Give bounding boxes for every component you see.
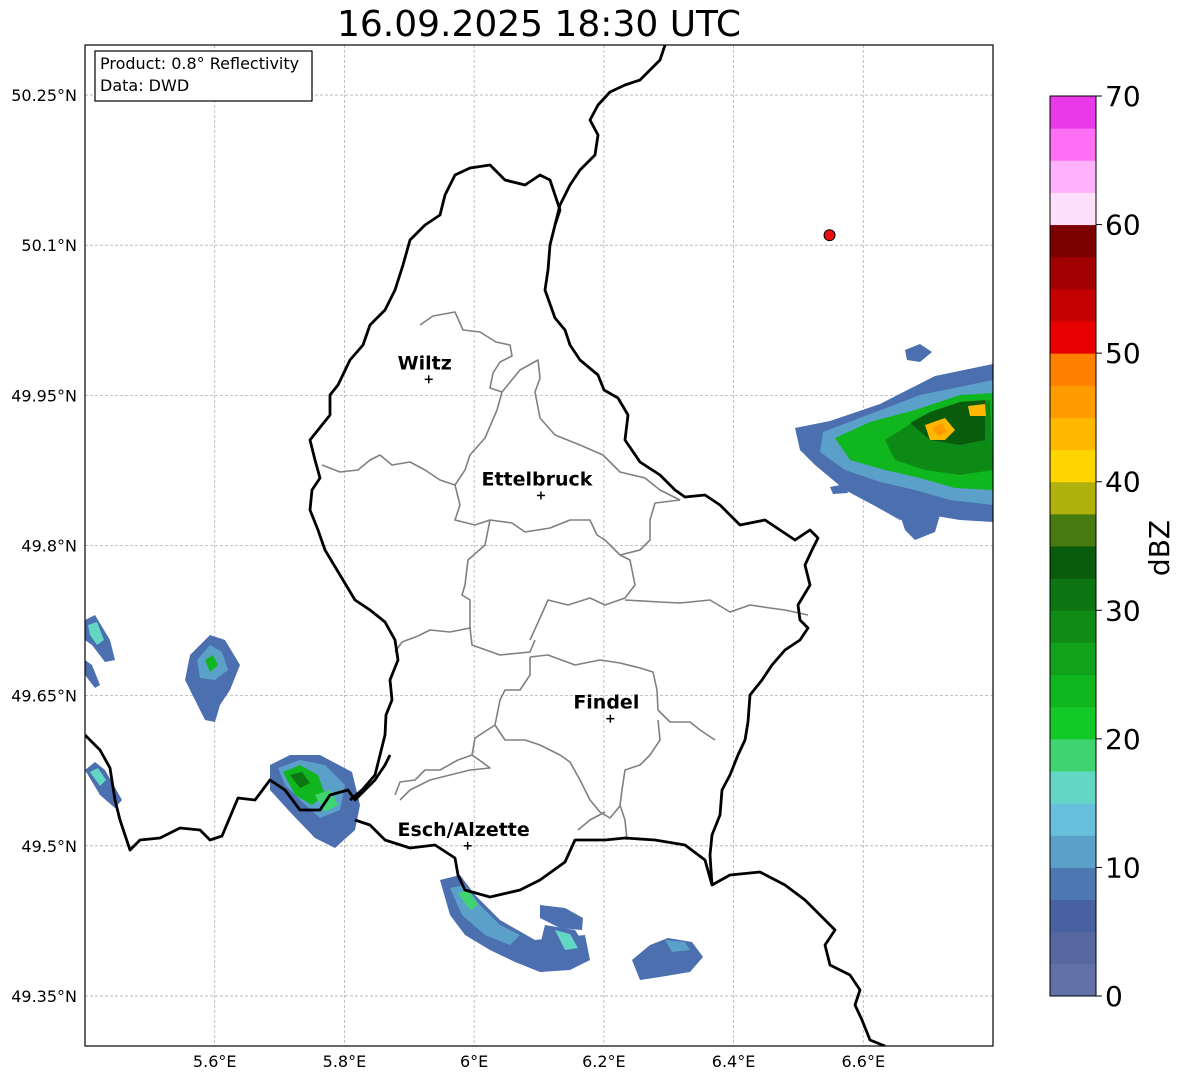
lon-tick-label: 6.2°E	[582, 1052, 626, 1071]
lat-tick-label: 49.8°N	[21, 537, 77, 556]
city-wiltz: Wiltz	[398, 352, 452, 384]
info-box: Product: 0.8° Reflectivity Data: DWD	[94, 50, 313, 102]
city-label: Ettelbruck	[481, 468, 592, 490]
lon-tick-label: 5.6°E	[193, 1052, 237, 1071]
city-markers: Wiltz Ettelbruck Findel Esch/Alzette	[398, 352, 639, 850]
city-label: Esch/Alzette	[398, 819, 530, 841]
city-label: Wiltz	[398, 352, 452, 374]
echo-south-bands	[440, 875, 703, 980]
lat-tick-label: 50.25°N	[11, 86, 77, 105]
city-findel: Findel	[573, 692, 639, 723]
echo-southwest-band	[270, 755, 360, 848]
lon-tick-label: 5.8°E	[323, 1052, 367, 1071]
echo-east-cluster	[795, 344, 993, 540]
city-esch-alzette: Esch/Alzette	[398, 819, 530, 850]
radar-site-marker	[823, 229, 836, 242]
gridlines	[85, 45, 993, 1046]
axis-tick-labels: 50.25°N 50.1°N 49.95°N 49.8°N 49.65°N 49.5°N 4…	[11, 86, 885, 1071]
city-label: Findel	[573, 692, 639, 714]
info-data-source: Data: DWD	[100, 76, 189, 95]
lat-tick-label: 49.5°N	[21, 837, 77, 856]
lat-tick-label: 49.95°N	[11, 386, 77, 405]
lat-tick-label: 50.1°N	[21, 236, 77, 255]
lat-tick-label: 49.35°N	[11, 987, 77, 1006]
radar-map[interactable]: Wiltz Ettelbruck Findel Esch/Alzette Produc…	[0, 0, 1184, 1081]
lon-tick-label: 6.4°E	[712, 1052, 756, 1071]
lon-tick-label: 6°E	[460, 1052, 488, 1071]
lat-tick-label: 49.65°N	[11, 687, 77, 706]
precipitation-echoes	[85, 344, 993, 980]
echo-west-cells	[85, 615, 240, 808]
city-ettelbruck: Ettelbruck	[481, 468, 593, 500]
info-product: Product: 0.8° Reflectivity	[100, 54, 299, 73]
lon-tick-label: 6.6°E	[842, 1052, 886, 1071]
